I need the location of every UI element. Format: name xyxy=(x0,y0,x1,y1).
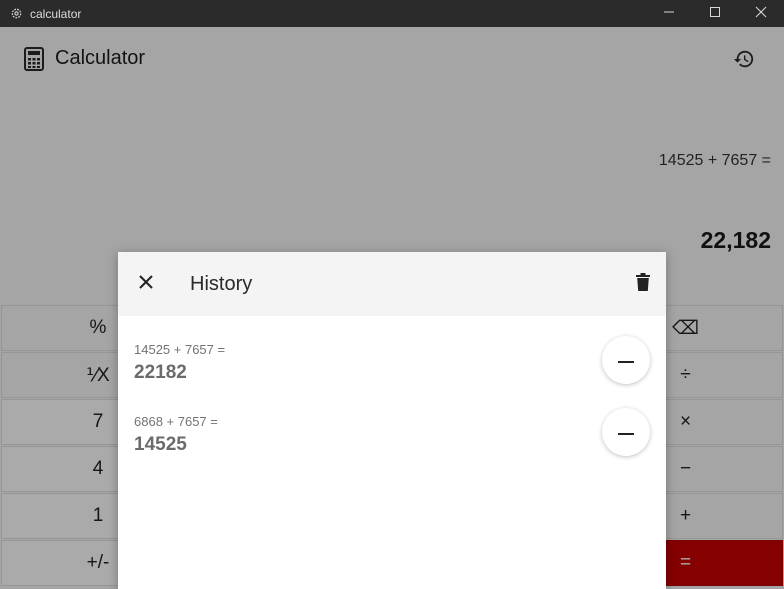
history-item[interactable]: 6868 + 7657 = 14525 xyxy=(134,408,654,474)
history-header: History xyxy=(118,252,666,316)
maximize-button[interactable] xyxy=(692,0,738,27)
close-icon xyxy=(755,5,767,23)
remove-history-item-button[interactable] xyxy=(602,336,650,384)
history-item-result: 14525 xyxy=(134,434,187,455)
minus-icon xyxy=(618,423,634,441)
remove-history-item-button[interactable] xyxy=(602,408,650,456)
clear-history-button[interactable] xyxy=(630,271,656,297)
history-item-expression: 6868 + 7657 = xyxy=(134,414,218,429)
history-dialog: History 14525 + 7657 = 22182 6868 + 7657… xyxy=(118,252,666,589)
window-titlebar: calculator xyxy=(0,0,784,27)
close-window-button[interactable] xyxy=(738,0,784,27)
history-title: History xyxy=(190,273,253,295)
trash-icon xyxy=(636,272,650,296)
history-item[interactable]: 14525 + 7657 = 22182 xyxy=(134,336,654,402)
maximize-icon xyxy=(709,5,721,23)
app-gear-icon xyxy=(8,6,24,22)
minimize-icon xyxy=(663,5,675,23)
history-item-expression: 14525 + 7657 = xyxy=(134,342,226,357)
minus-icon xyxy=(618,351,634,369)
close-history-button[interactable] xyxy=(132,270,160,298)
minimize-button[interactable] xyxy=(646,0,692,27)
close-icon xyxy=(138,274,154,295)
window-title: calculator xyxy=(30,6,82,21)
history-item-result: 22182 xyxy=(134,362,187,383)
